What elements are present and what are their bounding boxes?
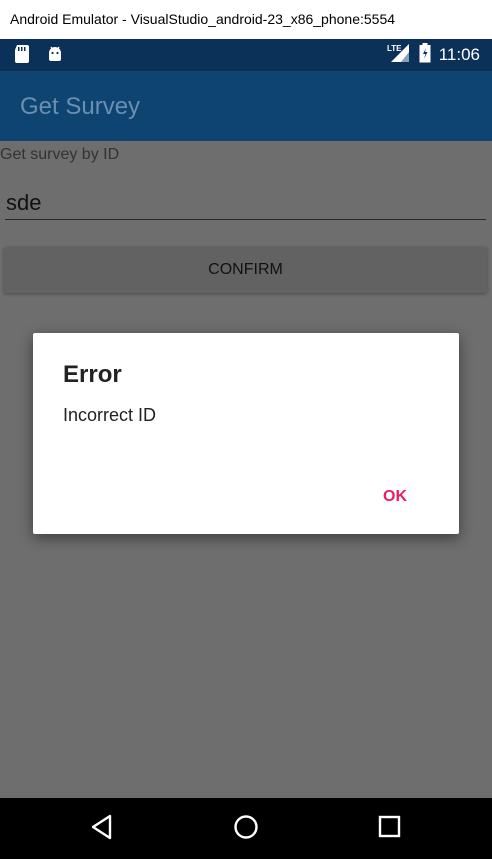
survey-id-label: Get survey by ID (0, 146, 120, 163)
recents-icon[interactable] (378, 814, 402, 844)
status-bar: LTE 11:06 (0, 39, 492, 71)
dialog-message: Incorrect ID (63, 405, 157, 425)
back-icon[interactable] (90, 814, 114, 844)
ok-button[interactable]: OK (383, 488, 407, 506)
lte-signal-icon: LTE (387, 42, 411, 68)
battery-icon (419, 43, 431, 67)
error-dialog: Error Incorrect ID OK (33, 333, 459, 534)
survey-id-input[interactable] (5, 187, 486, 220)
page-title: Get Survey (20, 93, 141, 120)
home-icon[interactable] (233, 814, 259, 844)
sd-card-icon (14, 45, 30, 67)
app-bar: Get Survey (0, 71, 492, 141)
window-title: Android Emulator - VisualStudio_android-… (0, 0, 492, 39)
svg-text:LTE: LTE (387, 44, 402, 53)
android-icon (46, 45, 64, 67)
navigation-bar (0, 798, 492, 859)
confirm-button[interactable]: CONFIRM (4, 247, 487, 293)
dialog-title: Error (63, 361, 122, 388)
clock: 11:06 (438, 45, 480, 64)
